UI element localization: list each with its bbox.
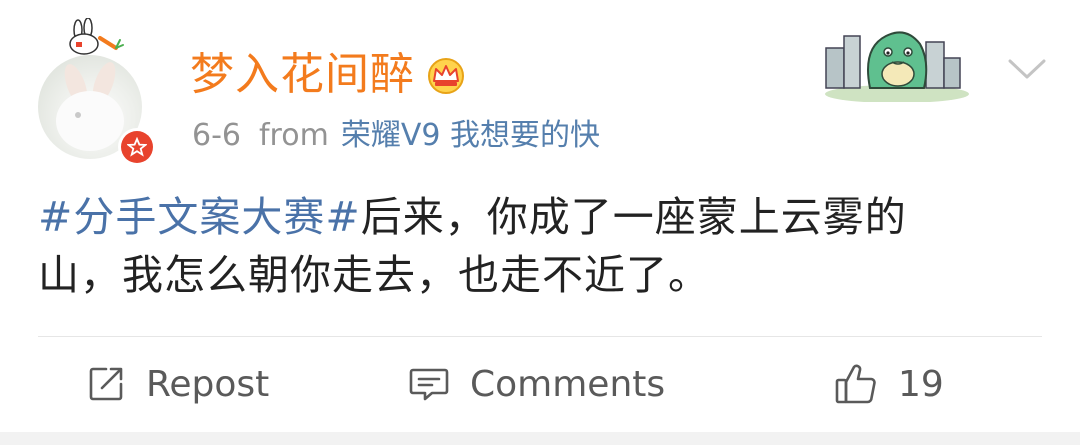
dinosaur-sticker-icon [825,31,969,102]
action-bar: Repost Comments 19 [0,352,1080,416]
divider [38,336,1042,337]
chevron-down-icon[interactable] [1006,56,1048,82]
hashtag-link[interactable]: #分手文案大赛# [38,193,361,241]
device-source-link[interactable]: 荣耀V9 我想要的快 [341,118,600,153]
content-text: 后来，你成了一座蒙上云雾的 [360,193,907,241]
red-star-badge-icon [118,128,156,166]
content-line-2: 山，我怎么朝你走去，也走不近了。 [38,251,710,299]
share-edit-icon [89,367,123,401]
username[interactable]: 梦入花间醉 [190,45,415,105]
weibo-post-card: 梦入花间醉 6-6 from 荣耀V9 我想要的快 #分手文案大赛#后来，你成了一座… [0,0,1080,432]
like-button[interactable]: 19 [834,352,944,416]
repost-label: Repost [146,363,270,405]
repost-button[interactable]: Repost [86,352,269,416]
crown-icon[interactable] [423,55,469,95]
rabbit-pendant-icon [69,18,124,55]
thumbs-up-icon [835,364,876,404]
comments-label: Comments [470,363,666,405]
comments-button[interactable]: Comments [408,352,665,416]
avatar[interactable] [38,55,156,171]
like-count: 19 [898,363,944,405]
feed-separator [0,432,1080,445]
from-label: from [259,118,329,153]
user-line: 梦入花间醉 [190,45,469,105]
comment-bubble-icon [409,368,449,401]
post-content: #分手文案大赛#后来，你成了一座蒙上云雾的 山，我怎么朝你走去，也走不近了。 [38,188,1048,304]
content-line-1: #分手文案大赛#后来，你成了一座蒙上云雾的 [38,188,1048,246]
post-meta: 6-6 from 荣耀V9 我想要的快 [192,112,600,160]
timestamp: 6-6 [192,118,241,153]
